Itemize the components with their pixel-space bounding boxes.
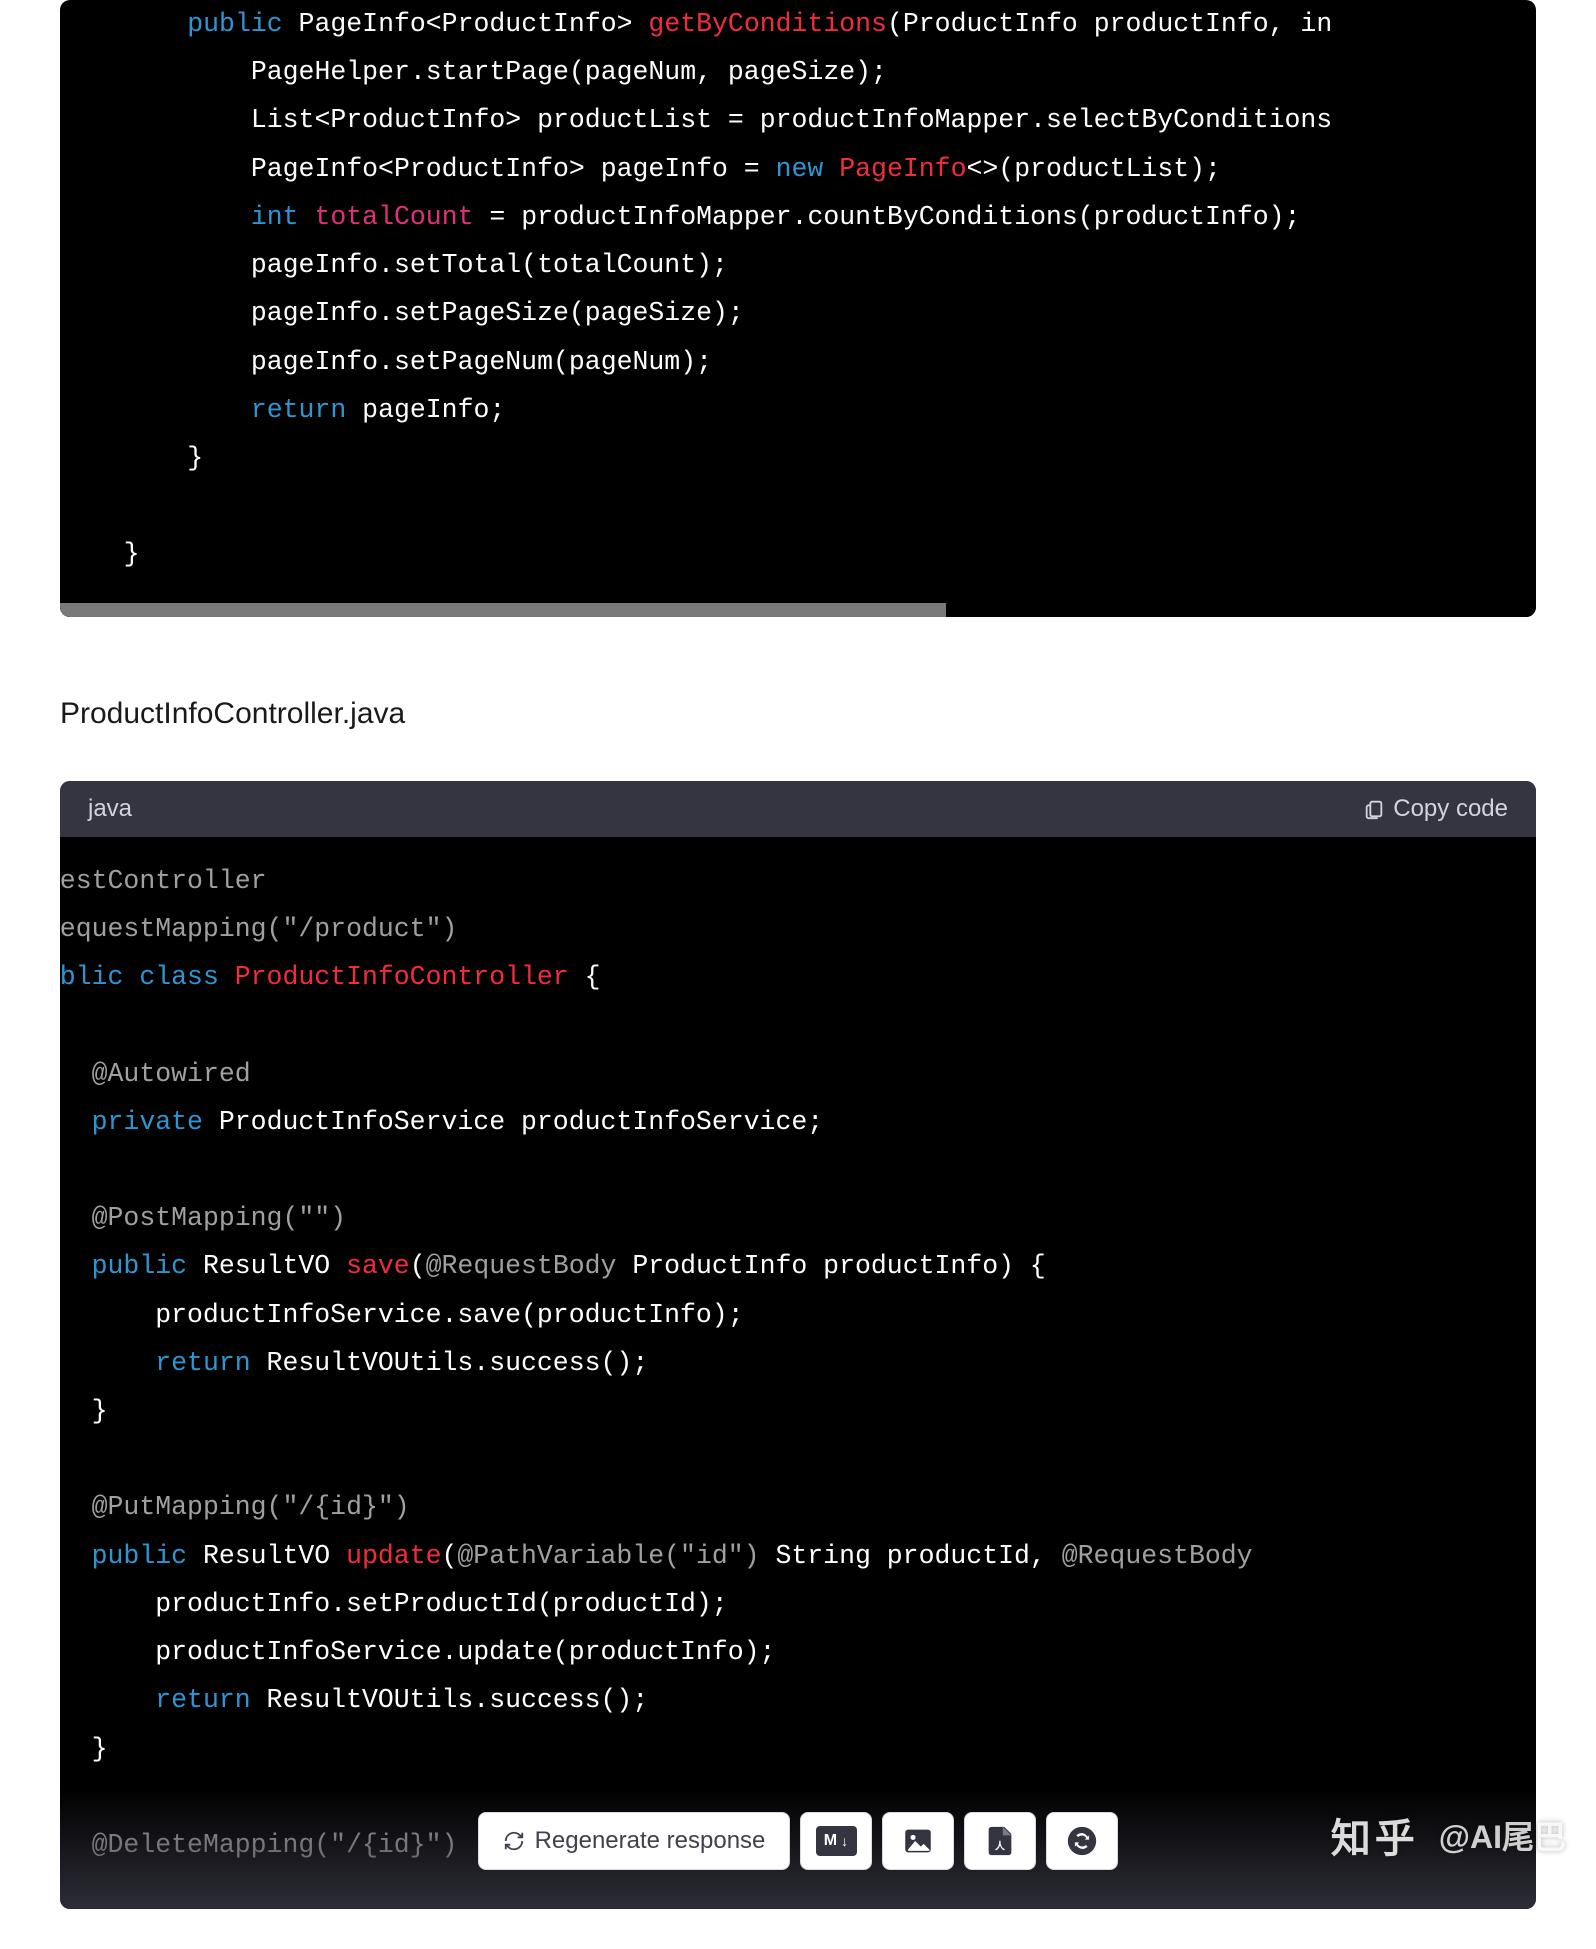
keyword-new: new [776, 154, 824, 184]
annotation: @RestController [60, 866, 267, 896]
class-PageInfo: PageInfo [839, 154, 966, 184]
watermark-author: @AI尾巴 [1439, 1812, 1566, 1858]
export-markdown-button[interactable]: M↓ [800, 1812, 872, 1870]
var-totalCount: totalCount [314, 202, 473, 232]
markdown-icon: M↓ [816, 1826, 857, 1856]
reload-button[interactable] [1046, 1812, 1118, 1870]
refresh-icon [503, 1830, 525, 1852]
horizontal-scrollbar[interactable] [60, 603, 1536, 617]
regenerate-label: Regenerate response [535, 1827, 766, 1855]
keyword-private: private [92, 1107, 203, 1137]
method-save: save [346, 1251, 410, 1281]
copy-code-label: Copy code [1393, 795, 1508, 823]
export-image-button[interactable] [882, 1812, 954, 1870]
method-update: update [346, 1541, 441, 1571]
zhihu-logo: 知乎 [1331, 1806, 1419, 1864]
code-header: java Copy code [60, 781, 1536, 837]
code-block-controller: java Copy code @RestController @RequestM… [60, 781, 1536, 1910]
keyword-class: class [139, 962, 219, 992]
code-language-label: java [88, 795, 132, 823]
svg-text:人: 人 [995, 1840, 1005, 1853]
code-body[interactable]: @RestController @RequestMapping("/produc… [60, 837, 1536, 1910]
keyword-return: return [251, 395, 346, 425]
image-icon [901, 1824, 935, 1858]
pdf-icon: 人 [983, 1824, 1017, 1858]
copy-code-button[interactable]: Copy code [1363, 795, 1508, 823]
keyword-public: public [60, 962, 123, 992]
keyword-public: public [187, 9, 282, 39]
annotation-autowired: @Autowired [92, 1059, 251, 1089]
watermark: 知乎 @AI尾巴 [1331, 1806, 1566, 1864]
class-ProductInfoController: ProductInfoController [235, 962, 569, 992]
regenerate-response-button[interactable]: Regenerate response [478, 1812, 791, 1870]
code-block-service: public PageInfo<ProductInfo> getByCondit… [60, 0, 1536, 617]
export-pdf-button[interactable]: 人 [964, 1812, 1036, 1870]
keyword-int: int [251, 202, 299, 232]
sync-icon [1065, 1824, 1099, 1858]
scrollbar-thumb[interactable] [60, 603, 946, 617]
code-body[interactable]: public PageInfo<ProductInfo> getByCondit… [60, 0, 1536, 609]
clipboard-icon [1363, 798, 1385, 820]
file-label: ProductInfoController.java [60, 697, 1536, 731]
method-getByConditions: getByConditions [648, 9, 887, 39]
